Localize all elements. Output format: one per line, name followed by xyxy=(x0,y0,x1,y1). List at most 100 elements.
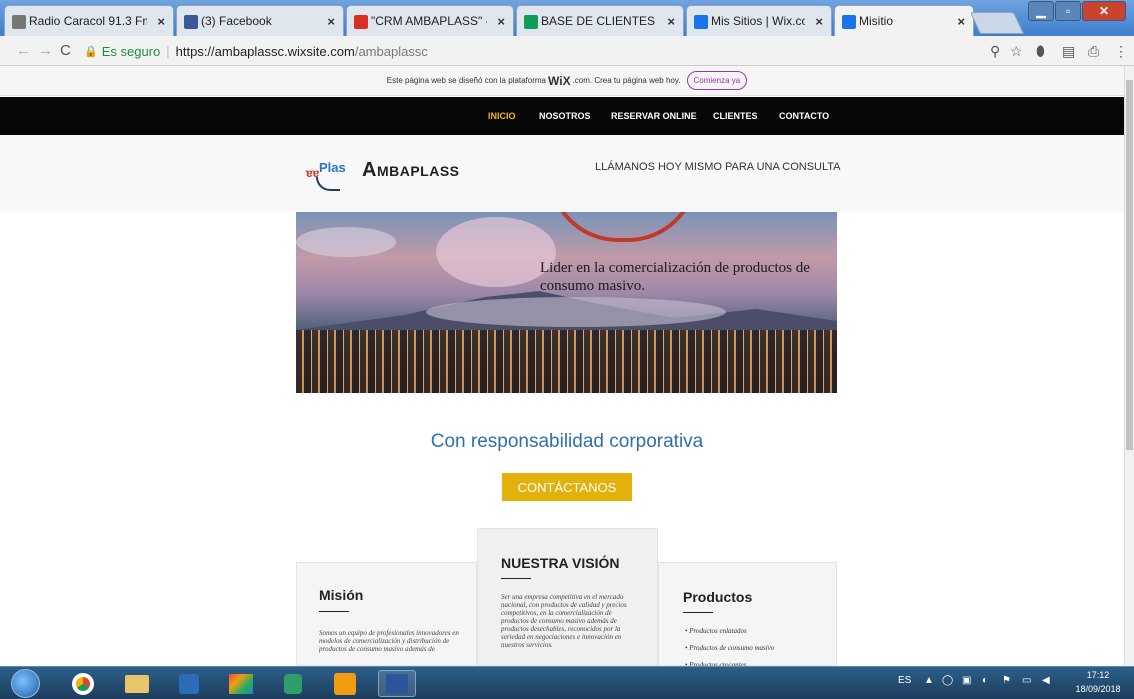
start-button[interactable] xyxy=(11,669,40,698)
tray-device-icon[interactable]: ▣ xyxy=(962,675,971,686)
vision-text: Ser una empresa competitiva en el mercad… xyxy=(501,593,627,649)
security-app-icon[interactable] xyxy=(274,670,312,697)
list-item: Productos de consumo masivo xyxy=(685,644,774,652)
contact-button[interactable]: CONTÁCTANOS xyxy=(502,473,632,501)
close-icon[interactable]: × xyxy=(157,14,165,29)
network-icon[interactable]: ▭ xyxy=(1022,675,1031,686)
ambaplass-logo[interactable]: ɐɐ Plas xyxy=(306,157,356,193)
productos-rule xyxy=(683,612,713,613)
mision-title: Misión xyxy=(319,587,364,603)
hero-image: Lider en la comercialización de producto… xyxy=(296,212,837,393)
browser-tab-strip: Radio Caracol 91.3 Fm A × (3) Facebook ×… xyxy=(0,0,1134,36)
new-tab-button[interactable] xyxy=(969,12,1025,34)
maximize-button[interactable]: ▫ xyxy=(1055,1,1081,21)
chrome-icon[interactable] xyxy=(64,670,102,697)
tray-app-icon[interactable]: ◯ xyxy=(942,675,953,686)
tab-title: BASE DE CLIENTES AMB/ xyxy=(541,14,657,28)
close-icon[interactable]: × xyxy=(957,14,965,29)
call-us-text: LLÁMANOS HOY MISMO PARA UNA CONSULTA xyxy=(595,161,841,173)
back-icon[interactable]: ← xyxy=(16,42,31,59)
tab-mis-sitios-wix[interactable]: Mis Sitios | Wix.com × xyxy=(686,5,832,36)
site-nav: INICIO NOSOTROS RESERVAR ONLINE CLIENTES… xyxy=(0,97,1124,135)
file-explorer-icon[interactable] xyxy=(118,670,156,697)
clock-date: 18/09/2018 xyxy=(1075,684,1121,694)
hero-cloud xyxy=(436,217,556,287)
nav-clientes[interactable]: CLIENTES xyxy=(713,111,758,121)
url-field[interactable]: 🔒 Es seguro | https://ambaplassc.wixsite… xyxy=(84,40,1024,62)
tab-title: Radio Caracol 91.3 Fm A xyxy=(29,14,147,28)
hero-arch-graphic xyxy=(548,212,698,242)
tab-title: (3) Facebook xyxy=(201,14,272,28)
close-window-button[interactable]: ✕ xyxy=(1082,1,1126,21)
close-icon[interactable]: × xyxy=(327,14,335,29)
pdf-app-icon[interactable] xyxy=(326,670,364,697)
wix-promo-banner: Este página web se diseñó con la platafo… xyxy=(0,66,1134,96)
tray-chrome-icon[interactable]: ◐ xyxy=(982,675,988,686)
hero-headline: Lider en la comercialización de producto… xyxy=(540,260,810,294)
reload-icon[interactable]: C xyxy=(60,42,71,59)
photo-app-icon[interactable] xyxy=(222,670,260,697)
extension-print-icon[interactable]: ⎙ xyxy=(1088,43,1099,60)
mision-card: Misión Somos un equipo de profesionales … xyxy=(296,562,477,666)
address-bar: ← → C 🔒 Es seguro | https://ambaplassc.w… xyxy=(0,36,1134,66)
word-icon[interactable] xyxy=(378,670,416,697)
nav-contacto[interactable]: CONTACTO xyxy=(779,111,829,121)
vision-card: NUESTRA VISIÓN Ser una empresa competiti… xyxy=(477,528,658,666)
mision-rule xyxy=(319,611,349,612)
secure-label: Es seguro xyxy=(101,43,161,59)
site-header: ɐɐ Plas Ambaplass LLÁMANOS HOY MISMO PAR… xyxy=(0,135,1124,212)
url-separator: | xyxy=(166,43,170,59)
start-now-button[interactable]: Comienza ya xyxy=(686,71,748,90)
clock-time: 17:12 xyxy=(1086,670,1110,680)
url-host: https://ambaplassc.wixsite.com xyxy=(175,43,355,59)
logo-swoosh xyxy=(316,177,340,191)
media-player-icon[interactable] xyxy=(170,670,208,697)
wix-banner-text: Este página web se diseñó con la platafo… xyxy=(386,76,547,85)
tray-expand-icon[interactable]: ▲ xyxy=(924,675,934,686)
tab-title: "CRM AMBAPLASS" - am xyxy=(371,14,487,28)
logo-mark-b: Plas xyxy=(319,160,346,175)
wix-icon xyxy=(694,15,708,29)
scrollbar-thumb[interactable] xyxy=(1126,80,1133,450)
tab-crm-gmail[interactable]: "CRM AMBAPLASS" - am × xyxy=(346,5,514,36)
wix-icon xyxy=(842,15,856,29)
volume-icon[interactable]: ◀ xyxy=(1042,675,1050,686)
language-indicator[interactable]: ES xyxy=(898,675,911,686)
facebook-icon xyxy=(184,15,198,29)
tab-base-clientes[interactable]: BASE DE CLIENTES AMB/ × xyxy=(516,5,684,36)
wix-banner-text-after: .com. Crea tu página web hoy. xyxy=(572,76,681,85)
mision-text: Somos un equipo de profesionales innovad… xyxy=(319,629,459,653)
nav-inicio[interactable]: INICIO xyxy=(488,111,516,121)
action-center-flag-icon[interactable]: ⚑ xyxy=(1002,675,1011,686)
vision-title: NUESTRA VISIÓN xyxy=(501,555,620,571)
extension-doc-icon[interactable]: ▤ xyxy=(1062,43,1075,60)
sheets-icon xyxy=(524,15,538,29)
tab-radio-caracol[interactable]: Radio Caracol 91.3 Fm A × xyxy=(4,5,174,36)
tagline: Con responsabilidad corporativa xyxy=(430,431,704,452)
hero-city xyxy=(296,330,837,393)
list-item: Productos enlatados xyxy=(685,627,774,635)
system-clock[interactable]: 17:12 18/09/2018 xyxy=(1068,668,1128,696)
zoom-icon[interactable]: ⚲ xyxy=(990,43,1000,60)
nav-reservar-online[interactable]: RESERVAR ONLINE xyxy=(611,111,697,121)
tab-facebook[interactable]: (3) Facebook × xyxy=(176,5,344,36)
menu-icon[interactable]: ⋮ xyxy=(1114,43,1128,60)
close-icon[interactable]: × xyxy=(815,14,823,29)
minimize-button[interactable]: ▁ xyxy=(1028,1,1054,21)
forward-icon[interactable]: → xyxy=(38,42,53,59)
productos-title: Productos xyxy=(683,589,753,605)
hero-cloud xyxy=(426,297,726,327)
nav-nosotros[interactable]: NOSOTROS xyxy=(539,111,591,121)
tab-misitio[interactable]: Misitio × xyxy=(834,5,974,36)
tab-title: Misitio xyxy=(859,14,894,28)
site-brand-name[interactable]: Ambaplass xyxy=(362,159,460,182)
tab-title: Mis Sitios | Wix.com xyxy=(711,14,805,28)
close-icon[interactable]: × xyxy=(497,14,505,29)
hero-cloud xyxy=(296,227,396,257)
vision-rule xyxy=(501,578,531,579)
close-icon[interactable]: × xyxy=(667,14,675,29)
wix-logo: WiX xyxy=(548,73,571,88)
lock-icon: 🔒 xyxy=(84,45,98,58)
bookmark-star-icon[interactable]: ☆ xyxy=(1010,43,1023,60)
extension-shield-icon[interactable]: ⬮ xyxy=(1036,43,1045,60)
